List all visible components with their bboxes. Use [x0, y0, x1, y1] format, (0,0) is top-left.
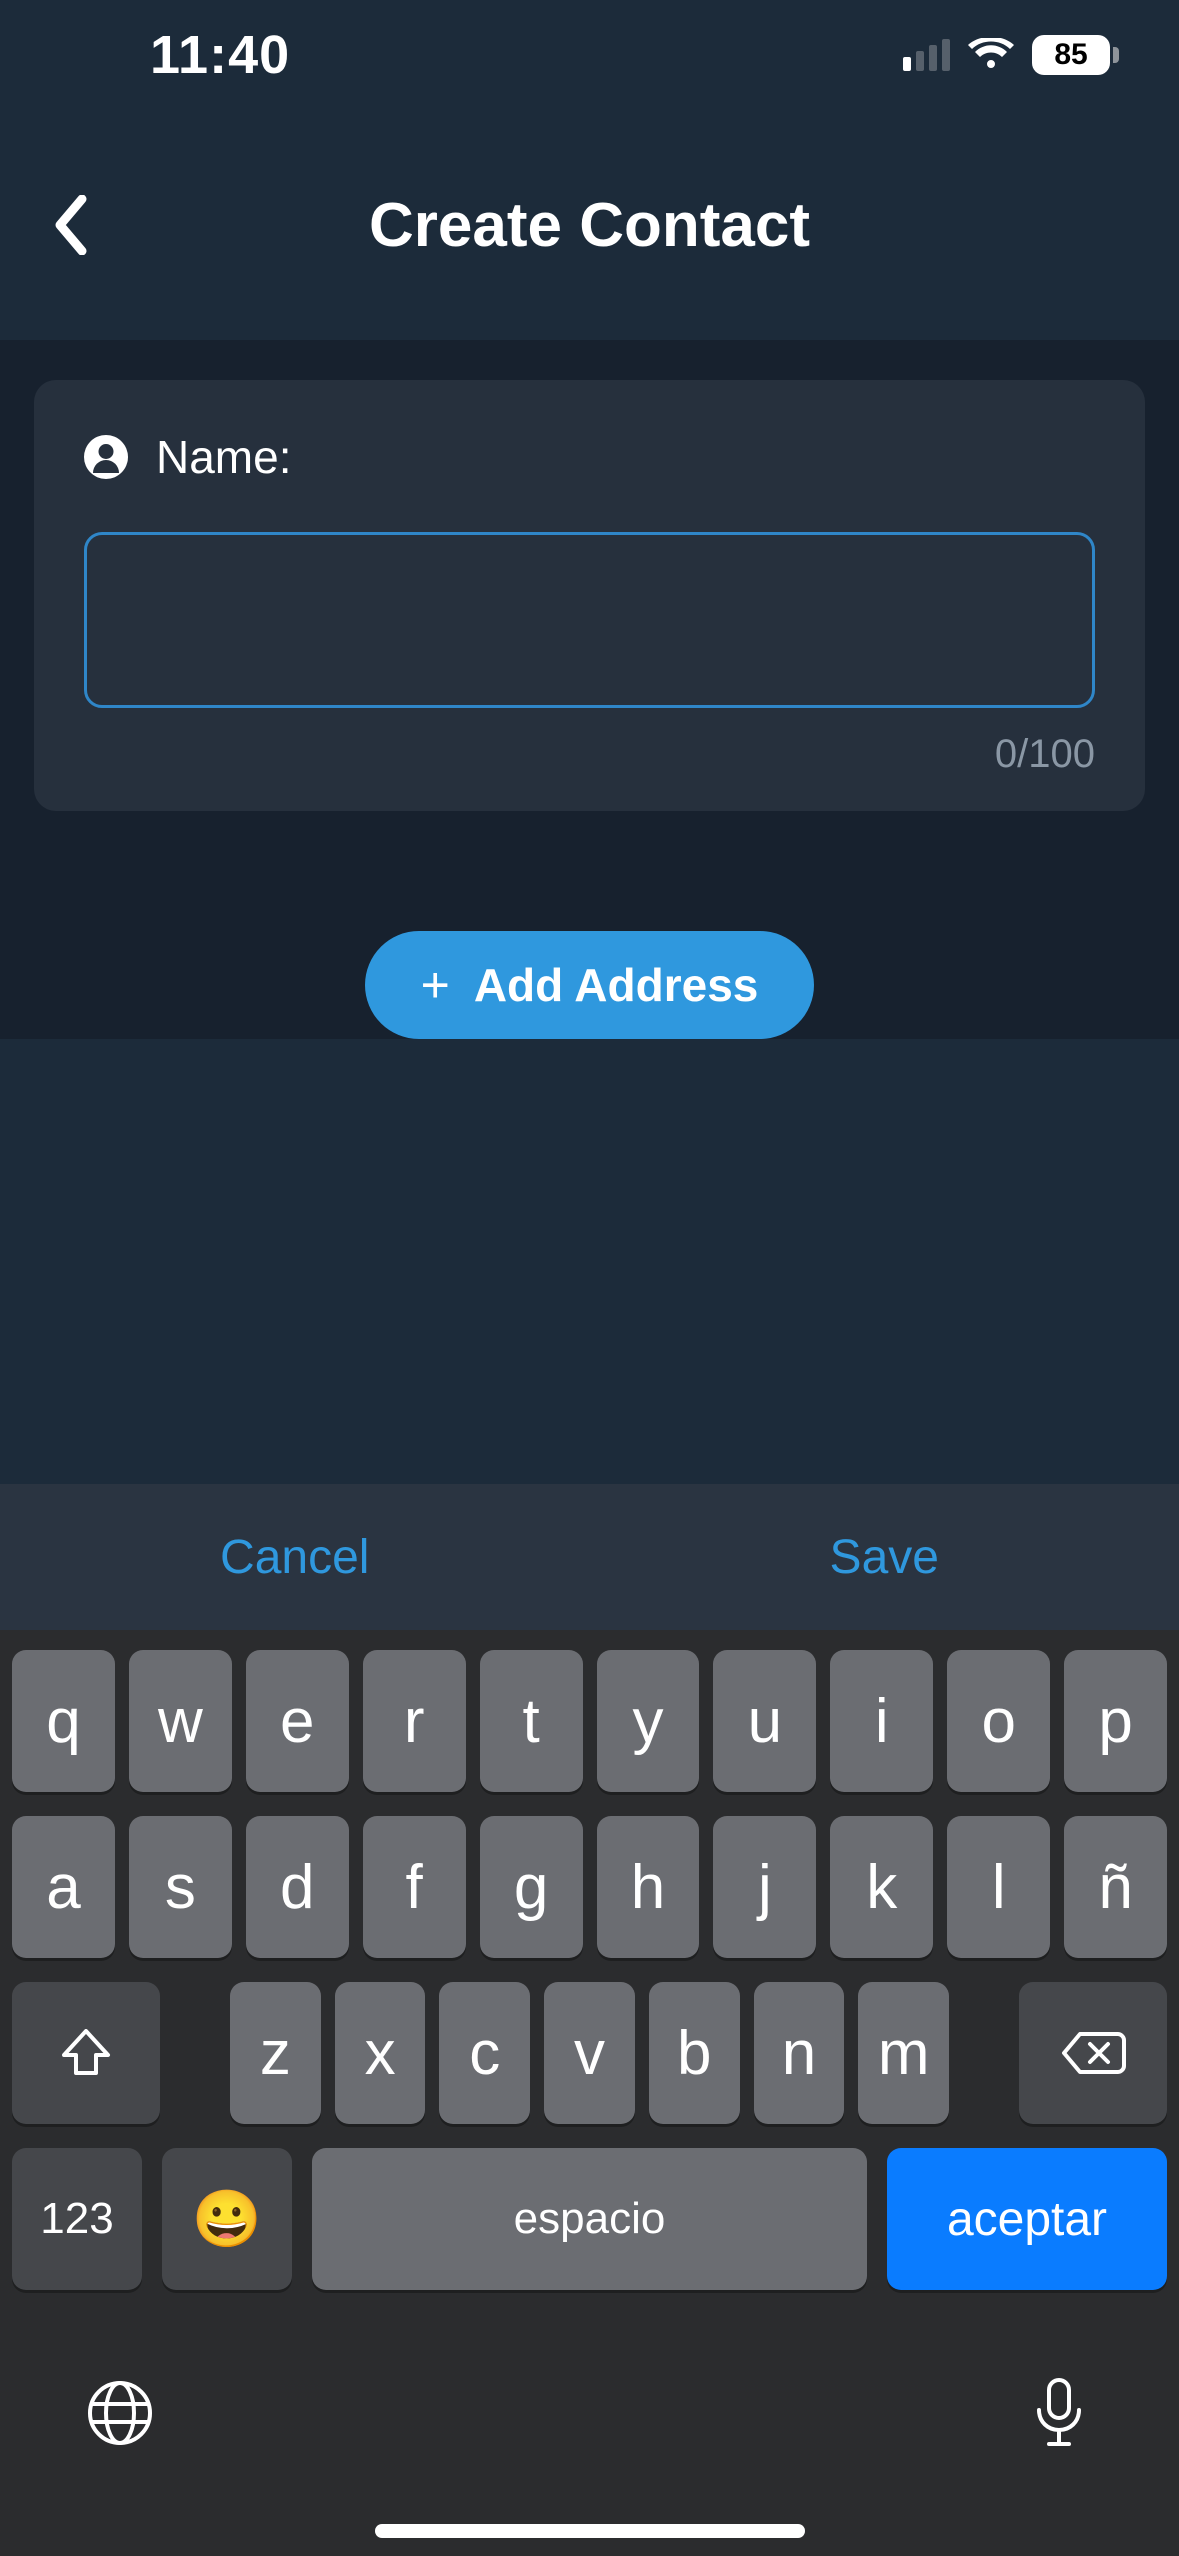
key-d[interactable]: d — [246, 1816, 349, 1958]
add-address-label: Add Address — [474, 958, 759, 1012]
accept-key[interactable]: aceptar — [887, 2148, 1167, 2290]
shift-icon — [61, 2029, 111, 2077]
key-t[interactable]: t — [480, 1650, 583, 1792]
status-time: 11:40 — [150, 24, 290, 86]
key-x[interactable]: x — [335, 1982, 426, 2124]
backspace-icon — [1060, 2030, 1126, 2076]
battery-icon: 85 — [1032, 35, 1119, 75]
key-ñ[interactable]: ñ — [1064, 1816, 1167, 1958]
name-input[interactable] — [84, 532, 1095, 708]
key-c[interactable]: c — [439, 1982, 530, 2124]
emoji-key[interactable]: 😀 — [162, 2148, 292, 2290]
key-v[interactable]: v — [544, 1982, 635, 2124]
space-key[interactable]: espacio — [312, 2148, 867, 2290]
cellular-signal-icon — [903, 39, 950, 71]
key-e[interactable]: e — [246, 1650, 349, 1792]
back-button[interactable] — [30, 185, 110, 265]
battery-level: 85 — [1032, 35, 1110, 75]
key-z[interactable]: z — [230, 1982, 321, 2124]
key-q[interactable]: q — [12, 1650, 115, 1792]
keyboard: Cancel Save qwertyuiop asdfghjklñ zxcvbn… — [0, 1484, 1179, 2556]
status-bar: 11:40 85 — [0, 0, 1179, 110]
person-icon — [84, 435, 128, 479]
save-button[interactable]: Save — [590, 1530, 1179, 1585]
key-i[interactable]: i — [830, 1650, 933, 1792]
key-f[interactable]: f — [363, 1816, 466, 1958]
backspace-key[interactable] — [1019, 1982, 1167, 2124]
microphone-icon — [1032, 2376, 1086, 2450]
numbers-key[interactable]: 123 — [12, 2148, 142, 2290]
key-b[interactable]: b — [649, 1982, 740, 2124]
dictation-key[interactable] — [1019, 2373, 1099, 2453]
shift-key[interactable] — [12, 1982, 160, 2124]
key-r[interactable]: r — [363, 1650, 466, 1792]
char-counter: 0/100 — [84, 732, 1095, 777]
key-s[interactable]: s — [129, 1816, 232, 1958]
nav-header: Create Contact — [0, 110, 1179, 340]
key-g[interactable]: g — [480, 1816, 583, 1958]
key-w[interactable]: w — [129, 1650, 232, 1792]
cancel-button[interactable]: Cancel — [0, 1530, 590, 1585]
key-u[interactable]: u — [713, 1650, 816, 1792]
key-l[interactable]: l — [947, 1816, 1050, 1958]
add-address-button[interactable]: + Add Address — [365, 931, 815, 1039]
name-label: Name: — [156, 430, 291, 484]
key-m[interactable]: m — [858, 1982, 949, 2124]
wifi-icon — [968, 38, 1014, 72]
key-o[interactable]: o — [947, 1650, 1050, 1792]
globe-key[interactable] — [80, 2373, 160, 2453]
globe-icon — [85, 2378, 155, 2448]
plus-icon: + — [421, 960, 450, 1010]
page-title: Create Contact — [369, 190, 810, 261]
key-a[interactable]: a — [12, 1816, 115, 1958]
chevron-left-icon — [52, 195, 88, 255]
key-j[interactable]: j — [713, 1816, 816, 1958]
name-card: Name: 0/100 — [34, 380, 1145, 811]
key-k[interactable]: k — [830, 1816, 933, 1958]
status-icons: 85 — [903, 35, 1119, 75]
key-n[interactable]: n — [754, 1982, 845, 2124]
key-h[interactable]: h — [597, 1816, 700, 1958]
key-y[interactable]: y — [597, 1650, 700, 1792]
keyboard-toolbar: Cancel Save — [0, 1484, 1179, 1630]
key-p[interactable]: p — [1064, 1650, 1167, 1792]
home-indicator[interactable] — [375, 2524, 805, 2538]
